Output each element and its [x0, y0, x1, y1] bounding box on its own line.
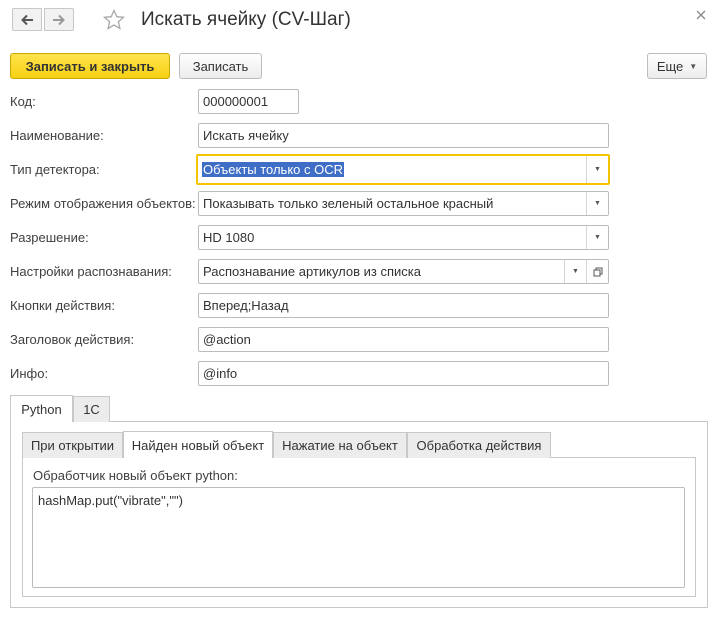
tab-object-click[interactable]: Нажатие на объект: [273, 432, 407, 458]
detector-type-label: Тип детектора:: [10, 162, 100, 177]
chevron-down-icon[interactable]: ▼: [564, 260, 586, 283]
tab-action-processing[interactable]: Обработка действия: [407, 432, 551, 458]
action-title-value: @action: [203, 332, 251, 347]
more-button-label: Еще: [656, 58, 684, 74]
resolution-select[interactable]: HD 1080 ▼: [198, 225, 609, 250]
back-button[interactable]: [12, 8, 42, 31]
resolution-label: Разрешение:: [10, 230, 89, 245]
tab-on-open[interactable]: При открытии: [22, 432, 123, 458]
resolution-value: HD 1080: [203, 230, 255, 245]
display-mode-label: Режим отображения объектов:: [10, 196, 196, 211]
chevron-down-icon[interactable]: ▼: [586, 226, 608, 249]
tab-1c[interactable]: 1С: [73, 396, 110, 422]
code-value: 000000001: [203, 94, 269, 109]
action-buttons-field[interactable]: Вперед;Назад: [198, 293, 609, 318]
window-title: Искать ячейку (CV-Шаг): [141, 9, 351, 30]
recognition-settings-value: Распознавание артикулов из списка: [203, 264, 421, 279]
tab-new-object-found[interactable]: Найден новый объект: [123, 431, 273, 458]
arrow-left-icon: [21, 14, 33, 25]
recognition-settings-select[interactable]: Распознавание артикулов из списка ▼: [198, 259, 609, 284]
detector-type-select[interactable]: Объекты только с OCR ▼: [196, 154, 610, 185]
info-field[interactable]: @info: [198, 361, 609, 386]
chevron-down-icon[interactable]: ▼: [586, 192, 608, 215]
chevron-down-icon: ▼: [689, 61, 698, 71]
code-label: Код:: [10, 94, 36, 109]
action-buttons-value: Вперед;Назад: [203, 298, 289, 313]
display-mode-value: Показывать только зеленый остальное крас…: [203, 196, 494, 211]
info-label: Инфо:: [10, 366, 49, 381]
name-label: Наименование:: [10, 128, 104, 143]
action-title-field[interactable]: @action: [198, 327, 609, 352]
display-mode-select[interactable]: Показывать только зеленый остальное крас…: [198, 191, 609, 216]
save-and-close-button[interactable]: Записать и закрыть: [10, 53, 170, 79]
info-value: @info: [203, 366, 238, 381]
arrow-right-icon: [53, 14, 65, 25]
handler-label: Обработчик новый объект python:: [33, 468, 238, 483]
tab-python[interactable]: Python: [10, 395, 73, 422]
recognition-settings-label: Настройки распознавания:: [10, 264, 172, 279]
name-value: Искать ячейку: [203, 128, 289, 143]
chevron-down-icon[interactable]: ▼: [586, 156, 608, 183]
action-buttons-label: Кнопки действия:: [10, 298, 115, 313]
name-field[interactable]: Искать ячейку: [198, 123, 609, 148]
action-title-label: Заголовок действия:: [10, 332, 135, 347]
star-icon[interactable]: [102, 8, 126, 32]
handler-code-text: hashMap.put("vibrate",""): [38, 493, 183, 508]
handler-code-editor[interactable]: hashMap.put("vibrate",""): [32, 487, 685, 588]
forward-button[interactable]: [44, 8, 74, 31]
more-button[interactable]: Еще ▼: [647, 53, 707, 79]
close-icon[interactable]: [694, 8, 708, 22]
save-button[interactable]: Записать: [179, 53, 262, 79]
code-field[interactable]: 000000001: [198, 89, 299, 114]
open-form-icon[interactable]: [586, 260, 608, 283]
detector-type-value: Объекты только с OCR: [202, 162, 345, 177]
